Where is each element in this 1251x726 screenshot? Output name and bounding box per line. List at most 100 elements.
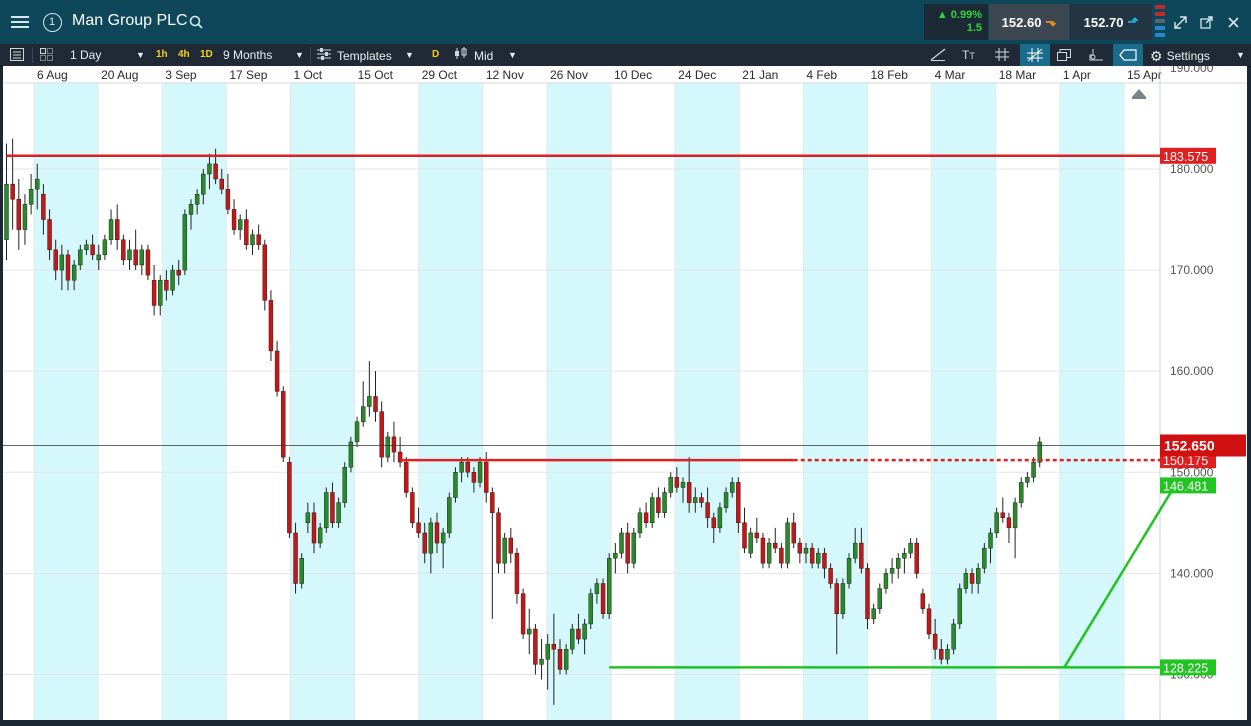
candle-body <box>773 542 778 549</box>
order-badge[interactable]: 1 <box>40 0 64 44</box>
candle-body <box>16 199 22 230</box>
candle-body <box>293 532 298 584</box>
candle-body <box>428 522 434 554</box>
chevron-down-icon: ▼ <box>136 50 145 60</box>
candle-body <box>674 477 680 488</box>
candle-body <box>656 497 661 513</box>
x-tick-label: 20 Aug <box>101 68 138 82</box>
candle-body <box>342 467 347 503</box>
date-band <box>1059 83 1124 720</box>
candle-body <box>465 461 470 473</box>
candle-body <box>281 391 286 458</box>
candle-body <box>853 542 858 559</box>
expand-icon[interactable] <box>1170 0 1190 44</box>
trendline-label: 146.481 <box>1163 479 1208 493</box>
sell-arrow-icon: ⬎ <box>1045 14 1057 29</box>
quick-1h-button[interactable]: 1h <box>156 47 168 63</box>
gear-icon: ⚙ <box>1150 47 1163 64</box>
candle-body <box>748 532 753 554</box>
candle-body <box>865 568 870 620</box>
y-tick-label: 170.000 <box>1170 263 1214 277</box>
candle-body <box>939 649 944 660</box>
x-tick-label: 4 Mar <box>935 68 966 82</box>
layers-icon[interactable] <box>1057 48 1072 62</box>
d-badge[interactable]: D <box>432 47 439 63</box>
x-tick-label: 26 Nov <box>550 68 588 82</box>
trend-line-tool-icon[interactable] <box>930 48 946 62</box>
candle-body <box>619 532 624 554</box>
market-depth-icon[interactable] <box>1153 0 1167 44</box>
search-icon[interactable] <box>186 0 206 44</box>
price-type-select[interactable]: Mid ▼ <box>454 44 520 66</box>
candle-body <box>920 593 926 609</box>
support-low-label: 128.225 <box>1163 661 1208 675</box>
layout-grid-icon[interactable] <box>40 48 54 62</box>
text-tool-icon[interactable]: TT <box>962 44 975 66</box>
quick-4h-button[interactable]: 4h <box>178 47 190 63</box>
buy-arrow-icon: ⬏ <box>1127 14 1139 29</box>
settings-label: Settings <box>1166 48 1210 63</box>
chart-list-icon[interactable] <box>10 48 24 62</box>
candle-body <box>594 583 600 594</box>
date-band <box>931 83 996 720</box>
close-icon[interactable] <box>1222 0 1244 44</box>
sell-button[interactable]: 152.60 ⬎ <box>989 4 1069 40</box>
candle-body <box>1000 512 1005 518</box>
title-bar: 1 Man Group PLC ▲ 0.99% 1.5 152.60 ⬎ 152… <box>0 0 1251 44</box>
candle-body <box>268 300 274 352</box>
y-tick-label: 160.000 <box>1170 364 1214 378</box>
candle-body <box>176 269 181 276</box>
candle-body <box>822 552 827 569</box>
candle-body <box>760 537 766 564</box>
candle-body <box>385 436 390 458</box>
settings-button[interactable]: ⚙ Settings ▼ <box>1150 44 1245 66</box>
price-chart[interactable]: 6 Aug 20 Aug 3 Sep 17 Sep 1 Oct 15 Oct 29 Oct 1… <box>3 66 1247 720</box>
x-tick-label: 15 Oct <box>358 68 394 82</box>
candle-body <box>379 411 384 458</box>
candle-body <box>127 249 132 261</box>
quick-1d-button[interactable]: 1D <box>200 47 213 63</box>
x-tick-label: 21 Jan <box>742 68 778 82</box>
candle-body <box>404 461 409 493</box>
menu-icon[interactable] <box>6 0 34 44</box>
candle-body <box>957 588 962 625</box>
crosshair-icon[interactable] <box>1020 44 1050 66</box>
chevron-down-icon: ▼ <box>1236 50 1245 60</box>
candle-body <box>926 608 932 635</box>
chevron-down-icon: ▼ <box>508 50 517 60</box>
resistance-top-label: 183.575 <box>1163 150 1208 164</box>
buy-price: 152.70 <box>1083 14 1124 30</box>
candle-body <box>108 219 114 240</box>
candle-body <box>570 628 575 650</box>
candle-body <box>262 244 267 301</box>
gridlines-icon[interactable] <box>995 48 1009 62</box>
x-tick-label: 17 Sep <box>229 68 267 82</box>
candlestick-icon <box>454 45 468 67</box>
candle-body <box>35 178 40 190</box>
candle-body <box>1025 477 1030 483</box>
templates-button[interactable]: Templates ▼ <box>317 44 414 66</box>
y-tick-label: 190.000 <box>1170 66 1214 75</box>
range-select[interactable]: 9 Months ▼ <box>223 44 307 66</box>
interval-select[interactable]: 1 Day ▼ <box>70 44 148 66</box>
candle-body <box>422 532 427 554</box>
candle-body <box>391 436 397 453</box>
range-label: 9 Months <box>223 48 273 62</box>
candle-body <box>299 558 304 584</box>
buy-button[interactable]: 152.70 ⬏ <box>1070 4 1152 40</box>
candle-body <box>520 593 526 635</box>
candlestick-chart[interactable]: 6 Aug 20 Aug 3 Sep 17 Sep 1 Oct 15 Oct 29 Oct 1… <box>3 66 1247 720</box>
candle-body <box>10 183 15 200</box>
x-tick-label: 10 Dec <box>614 68 652 82</box>
x-tick-label: 29 Oct <box>422 68 458 82</box>
candle-body <box>699 497 704 503</box>
sell-price: 152.60 <box>1001 14 1042 30</box>
candle-body <box>693 497 698 503</box>
candle-body <box>114 219 120 240</box>
candle-body <box>274 350 280 392</box>
popout-icon[interactable] <box>1196 0 1216 44</box>
candle-body <box>102 239 108 256</box>
price-label-icon[interactable] <box>1113 44 1143 66</box>
candle-body <box>914 542 919 574</box>
indicator-icon[interactable] <box>1089 48 1104 62</box>
